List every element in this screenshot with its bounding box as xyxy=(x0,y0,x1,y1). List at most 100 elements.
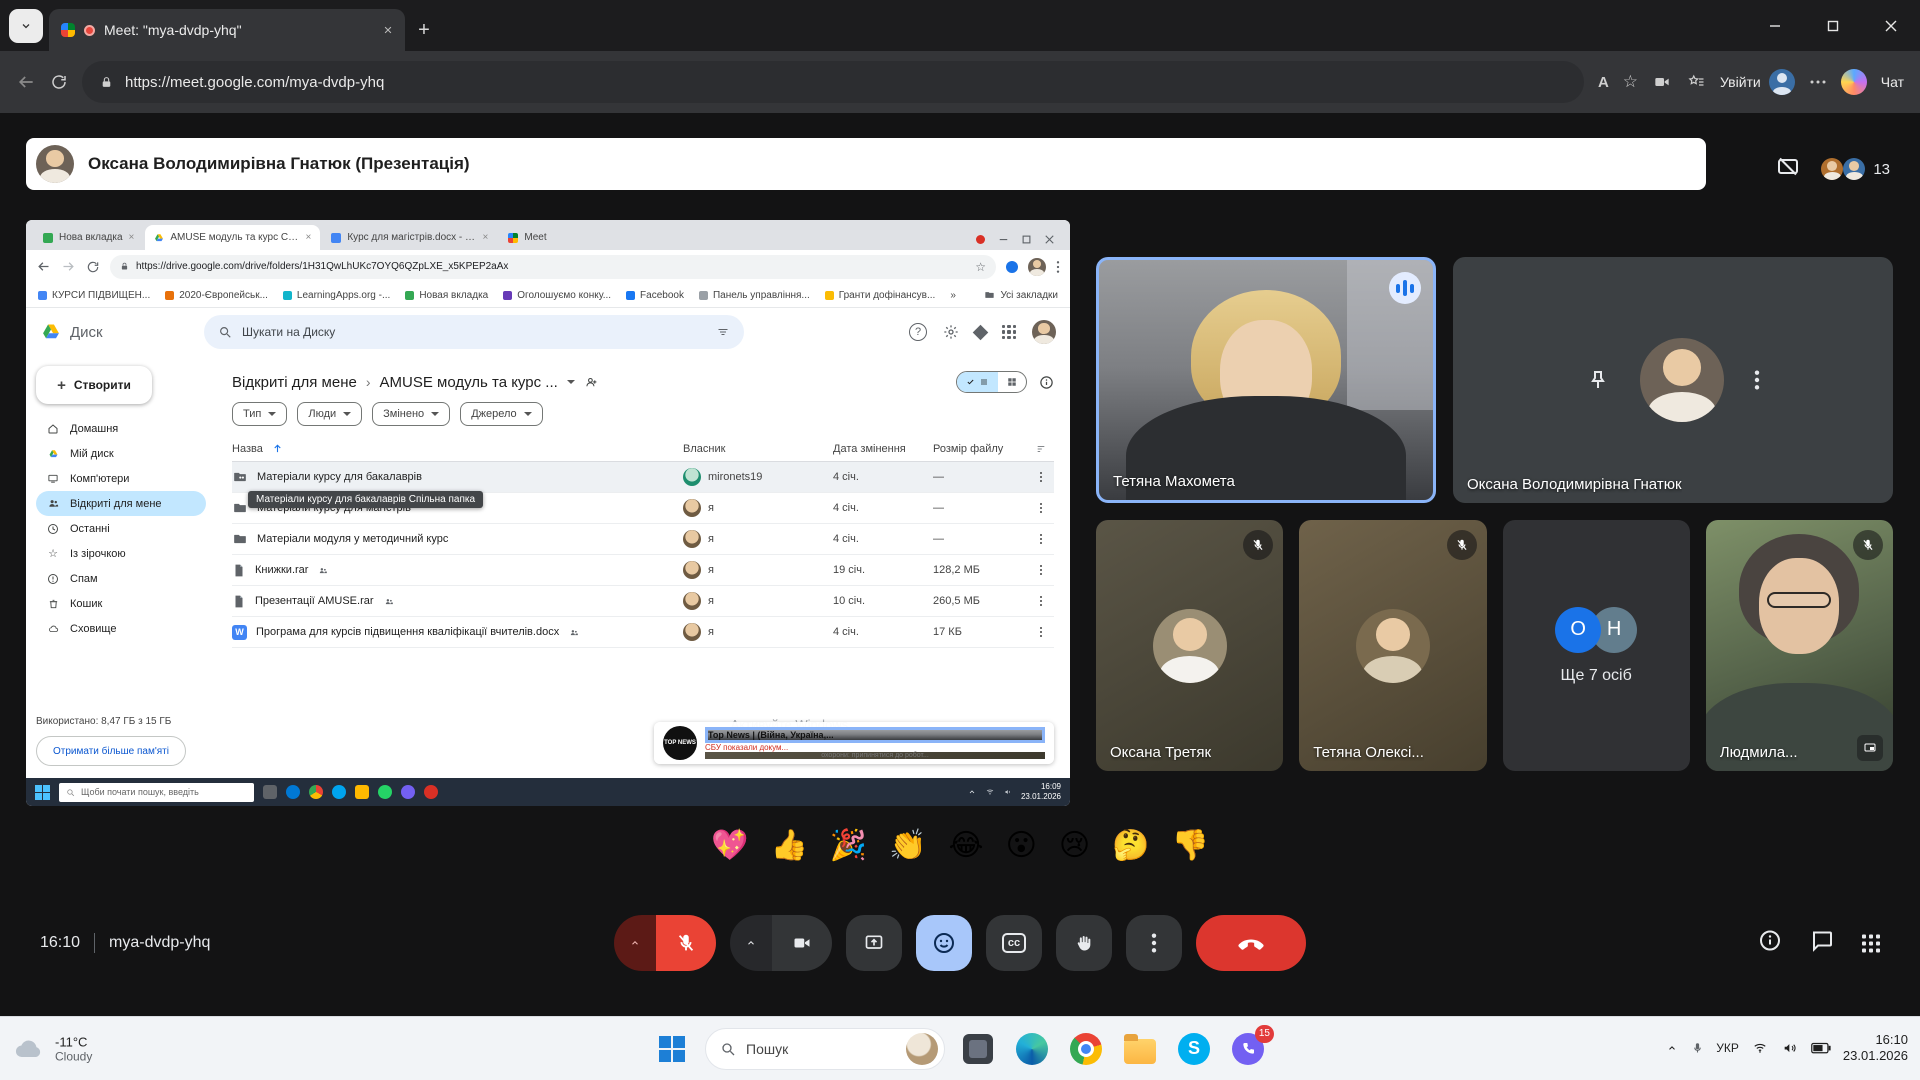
apps-grid-icon[interactable] xyxy=(1002,325,1016,339)
pin-icon[interactable] xyxy=(1586,368,1610,392)
shared-tab[interactable]: Meet xyxy=(499,225,555,250)
bookmark-item[interactable]: Гранти дофінансув... xyxy=(825,290,936,301)
chrome-profile-avatar[interactable] xyxy=(1028,258,1046,276)
edge-icon[interactable] xyxy=(286,785,300,799)
sidebar-item-storage[interactable]: Сховище xyxy=(36,616,206,641)
row-menu-icon[interactable] xyxy=(1028,626,1054,638)
more-options-button[interactable] xyxy=(1126,915,1182,971)
shared-tab-active[interactable]: AMUSE модуль та курс Серед× xyxy=(145,225,320,250)
reaction-sad[interactable]: 😢 xyxy=(1059,831,1090,861)
tab-close-icon[interactable]: × xyxy=(129,232,135,243)
row-menu-icon[interactable] xyxy=(1028,564,1054,576)
volume-icon[interactable] xyxy=(1003,788,1013,796)
video-tile-others[interactable]: O H Ще 7 осіб xyxy=(1503,520,1690,771)
back-button[interactable] xyxy=(16,72,36,92)
sync-icon[interactable] xyxy=(1006,261,1018,273)
row-menu-icon[interactable] xyxy=(1028,471,1054,483)
maximize-icon[interactable] xyxy=(1022,235,1031,244)
whatsapp-icon[interactable] xyxy=(378,785,392,799)
details-info-icon[interactable] xyxy=(1039,375,1054,390)
create-button[interactable]: Створити xyxy=(36,366,152,404)
signin-button[interactable]: Увійти xyxy=(1720,69,1795,95)
list-view-toggle[interactable] xyxy=(957,372,998,392)
tray-chevron-icon[interactable] xyxy=(1665,1044,1679,1054)
viber-button[interactable]: 15 xyxy=(1227,1028,1269,1070)
chrome-button[interactable] xyxy=(1065,1028,1107,1070)
chat-icon[interactable] xyxy=(1810,929,1834,958)
end-call-button[interactable] xyxy=(1196,915,1306,971)
bookmark-item[interactable]: Панель управління... xyxy=(699,290,810,301)
tab-close-icon[interactable]: × xyxy=(306,232,312,243)
tray-mic-icon[interactable] xyxy=(1691,1041,1704,1057)
chrome-icon[interactable] xyxy=(309,785,323,799)
shared-tab[interactable]: Нова вкладка× xyxy=(34,225,143,250)
camera-button[interactable] xyxy=(772,915,832,971)
breadcrumb-caret-icon[interactable] xyxy=(567,380,575,388)
column-owner[interactable]: Власник xyxy=(683,443,833,455)
file-row[interactable]: Програма для курсів підвищення кваліфіка… xyxy=(232,617,1054,648)
sidebar-item-mydrive[interactable]: Мій диск xyxy=(36,441,206,466)
chrome-menu-icon[interactable] xyxy=(1056,260,1060,274)
row-menu-icon[interactable] xyxy=(1028,595,1054,607)
breadcrumb-root[interactable]: Відкриті для мене xyxy=(232,374,357,391)
raise-hand-button[interactable] xyxy=(1056,915,1112,971)
sidebar-item-recent[interactable]: Останні xyxy=(36,516,206,541)
tab-close-icon[interactable]: × xyxy=(483,232,489,243)
sidebar-item-starred[interactable]: ☆Із зірочкою xyxy=(36,541,206,566)
new-tab-button[interactable] xyxy=(409,15,439,45)
skype-button[interactable] xyxy=(1173,1028,1215,1070)
maximize-button[interactable] xyxy=(1804,0,1862,51)
share-person-icon[interactable] xyxy=(584,376,599,389)
breadcrumb-current[interactable]: AMUSE модуль та курс ... xyxy=(380,374,558,391)
reaction-laugh[interactable]: 😂 xyxy=(949,831,984,861)
bookmark-star-icon[interactable]: ☆ xyxy=(975,260,986,274)
edge-button[interactable] xyxy=(1011,1028,1053,1070)
chip-modified[interactable]: Змінено xyxy=(372,402,450,426)
help-icon[interactable] xyxy=(909,323,927,341)
explorer-button[interactable] xyxy=(1119,1028,1161,1070)
chevron-up-icon[interactable] xyxy=(967,788,977,796)
reaction-surprised[interactable]: 😮 xyxy=(1006,831,1037,861)
tile-menu-icon[interactable] xyxy=(1754,369,1760,391)
tab-close-icon[interactable] xyxy=(383,25,393,35)
video-tile-makhometa[interactable]: Тетяна Махомета xyxy=(1096,257,1436,503)
close-button[interactable] xyxy=(1862,0,1920,51)
taskview-button[interactable] xyxy=(957,1028,999,1070)
presentation-off-icon[interactable] xyxy=(1775,155,1801,184)
mic-mute-button[interactable] xyxy=(656,915,716,971)
copilot-icon[interactable] xyxy=(1841,69,1867,95)
gemini-icon[interactable] xyxy=(973,324,989,340)
drive-search[interactable]: Шукати на Диску xyxy=(204,315,744,349)
favorite-star-icon[interactable] xyxy=(1623,72,1638,92)
sidebar-item-home[interactable]: Домашня xyxy=(36,416,206,441)
read-aloud-icon[interactable] xyxy=(1598,74,1609,91)
reaction-thinking[interactable]: 🤔 xyxy=(1112,831,1149,861)
video-tile-hnatiuk[interactable]: Оксана Володимирівна Гнатюк xyxy=(1453,257,1893,503)
sidebar-item-computers[interactable]: Комп'ютери xyxy=(36,466,206,491)
account-avatar[interactable] xyxy=(1032,320,1056,344)
settings-gear-icon[interactable] xyxy=(943,324,959,340)
sidebar-item-trash[interactable]: Кошик xyxy=(36,591,206,616)
wifi-icon[interactable] xyxy=(985,788,995,796)
bookmark-item[interactable]: КУРСИ ПІДВИЩЕН... xyxy=(38,290,150,301)
close-icon[interactable] xyxy=(1045,235,1054,244)
bookmark-item[interactable]: Facebook xyxy=(626,290,684,301)
pip-icon[interactable] xyxy=(1857,735,1883,761)
present-button[interactable] xyxy=(846,915,902,971)
bookmarks-overflow-icon[interactable]: » xyxy=(950,290,956,301)
mic-options-chevron[interactable] xyxy=(614,915,656,971)
address-bar[interactable]: https://meet.google.com/mya-dvdp-yhq xyxy=(82,61,1584,103)
favorites-bar-icon[interactable] xyxy=(1686,73,1706,91)
taskview-icon[interactable] xyxy=(263,785,277,799)
browser-tab[interactable]: Meet: "mya-dvdp-yhq" xyxy=(49,9,405,51)
reaction-thumbs-up[interactable]: 👍 xyxy=(770,831,807,861)
viber-icon[interactable] xyxy=(401,785,415,799)
weather-widget[interactable]: -11°C Cloudy xyxy=(12,1034,92,1063)
more-menu-icon[interactable] xyxy=(1809,79,1827,85)
reaction-heart[interactable]: 💖 xyxy=(711,831,748,861)
taskbar-clock[interactable]: 16:10 23.01.2026 xyxy=(1843,1032,1908,1066)
bookmark-item[interactable]: Новая вкладка xyxy=(405,290,488,301)
camera-icon[interactable] xyxy=(1652,74,1672,90)
bookmark-item[interactable]: 2020-Європейськ... xyxy=(165,290,268,301)
grid-view-toggle[interactable] xyxy=(998,372,1026,392)
